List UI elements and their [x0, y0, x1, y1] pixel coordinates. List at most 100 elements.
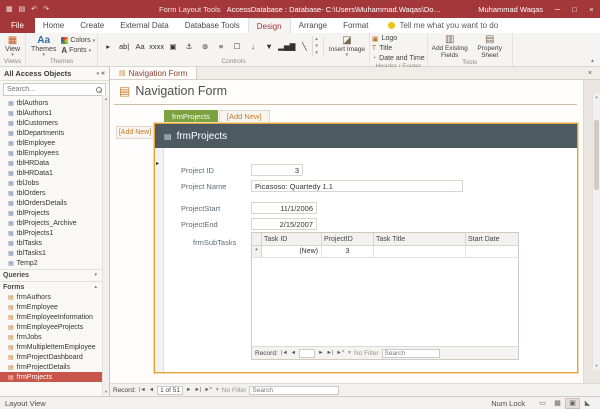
label-icon[interactable]: Aa — [132, 37, 148, 55]
undo-icon[interactable]: ↶ — [31, 5, 37, 13]
button-icon[interactable]: xxxx — [148, 37, 165, 55]
record-selector-bar[interactable]: ▸ — [155, 148, 164, 372]
subtasks-datasheet[interactable]: Task IDProjectIDTask TitleStart Date * (… — [251, 232, 519, 360]
vertical-add-new-button[interactable]: [Add New] — [116, 126, 154, 139]
first-record-icon[interactable]: |◄ — [139, 387, 146, 393]
nav-form-item[interactable]: ▤ frmProjectDetails — [0, 362, 102, 372]
tab-control-icon[interactable]: ▣ — [165, 37, 181, 55]
minimize-button[interactable]: ─ — [549, 0, 566, 18]
nav-table-item[interactable]: ▦ tblDepartments — [0, 128, 102, 138]
web-browser-control-icon[interactable]: ⊛ — [197, 37, 213, 55]
current-record-box[interactable]: 1 of 51 — [157, 386, 183, 395]
text-box-icon[interactable]: ab| — [116, 37, 132, 55]
first-record-icon[interactable]: |◄ — [281, 350, 288, 356]
colors-button[interactable]: Colors ▾ — [61, 37, 95, 44]
hyperlink-icon[interactable]: ⚓ — [181, 37, 197, 55]
nav-table-item[interactable]: ▦ tblOrders — [0, 188, 102, 198]
nav-table-item[interactable]: ▦ tblProjects_Archive — [0, 218, 102, 228]
insert-image-button[interactable]: ◪ Insert Image ▾ — [327, 35, 367, 57]
close-button[interactable]: × — [583, 0, 600, 18]
nav-table-item[interactable]: ▦ tblHRData — [0, 158, 102, 168]
scroll-down-icon[interactable]: ▾ — [595, 363, 597, 369]
new-row-marker-icon[interactable]: * — [252, 246, 262, 257]
redo-icon[interactable]: ↷ — [43, 5, 49, 13]
layout-view-button[interactable]: ▣ — [565, 398, 580, 409]
property-sheet-button[interactable]: ▤ Property Sheet — [470, 34, 510, 59]
ribbon-tab[interactable]: Database Tools — [177, 18, 248, 33]
navigation-pane-scrollbar[interactable]: ▴ ▾ — [102, 95, 109, 396]
ribbon-tab[interactable]: Arrange — [291, 18, 335, 33]
select-pointer-icon[interactable]: ▸ — [100, 37, 116, 55]
nav-table-item[interactable]: ▦ tblJobs — [0, 178, 102, 188]
fonts-button[interactable]: A Fonts ▾ — [61, 46, 95, 55]
new-record-icon[interactable]: ►* — [204, 387, 212, 393]
previous-record-icon[interactable]: ◄ — [291, 350, 296, 356]
nav-form-item[interactable]: ▤ frmAuthors — [0, 292, 102, 302]
navigation-search-input[interactable] — [7, 86, 94, 93]
view-button[interactable]: ▦ View ▾ — [2, 35, 23, 57]
frmProjects-subform[interactable]: ▤ frmProjects ▸ Project ID 3 Project Nam… — [154, 123, 578, 373]
nav-table-item[interactable]: ▦ tblHRData1 — [0, 168, 102, 178]
cell-task-id[interactable]: (New) — [262, 246, 322, 257]
nav-group-header[interactable]: Forms ▴ — [0, 281, 102, 292]
current-record-box[interactable] — [299, 349, 315, 358]
new-record-icon[interactable]: ►* — [336, 350, 344, 356]
ribbon-tab[interactable]: Format — [335, 18, 376, 33]
cell-start-date[interactable] — [466, 246, 518, 257]
record-search-input[interactable] — [249, 386, 339, 395]
filter-status[interactable]: ▼ No Filter — [215, 387, 247, 394]
datasheet-column-header[interactable]: ProjectID — [322, 233, 374, 245]
nav-form-item[interactable]: ▤ frmMultipleItemEmployee — [0, 342, 102, 352]
nav-form-item[interactable]: ▤ frmProjects — [0, 372, 102, 382]
account-user-name[interactable]: Muhammad Waqas — [478, 5, 543, 14]
datasheet-column-header[interactable]: Task Title — [374, 233, 466, 245]
ribbon-tab[interactable]: External Data — [112, 18, 176, 33]
nav-form-item[interactable]: ▤ frmProjectDashboard — [0, 352, 102, 362]
datasheet-select-all-corner[interactable] — [252, 233, 262, 245]
nav-table-item[interactable]: ▦ tblProjects1 — [0, 228, 102, 238]
option-group-icon[interactable]: ☐ — [229, 37, 245, 55]
nav-table-item[interactable]: ▦ tblOrdersDetails — [0, 198, 102, 208]
tell-me-box[interactable]: Tell me what you want to do — [388, 18, 498, 33]
nav-form-item[interactable]: ▤ frmEmployee — [0, 302, 102, 312]
gallery-down-icon[interactable]: ▾ — [315, 43, 318, 49]
shutter-close-icon[interactable]: « — [101, 70, 105, 77]
nav-form-item[interactable]: ▤ frmEmployeeProjects — [0, 322, 102, 332]
maximize-button[interactable]: □ — [566, 0, 583, 18]
nav-table-item[interactable]: ▦ tblAuthors — [0, 98, 102, 108]
document-tab-navigation-form[interactable]: ▤ Navigation Form — [110, 67, 197, 79]
logo-button[interactable]: ▣ Logo — [372, 34, 425, 43]
line-icon[interactable]: ╲ — [296, 37, 312, 55]
datasheet-view-button[interactable]: ▦ — [550, 398, 565, 409]
add-existing-fields-button[interactable]: ▥ Add Existing Fields — [430, 34, 470, 59]
cell-task-title[interactable] — [374, 246, 466, 257]
field-value-input[interactable]: Picasoso: Quartedy 1.1 — [251, 180, 463, 192]
cell-project-id[interactable]: 3 — [322, 246, 374, 257]
field-value-input[interactable]: 3 — [251, 164, 303, 176]
form-view-button[interactable]: ▭ — [535, 398, 550, 409]
gallery-up-icon[interactable]: ▴ — [315, 36, 318, 42]
record-search-input[interactable] — [382, 349, 440, 358]
scroll-down-icon[interactable]: ▾ — [105, 389, 107, 395]
nav-form-item[interactable]: ▤ frmEmployeeInformation — [0, 312, 102, 322]
page-break-icon[interactable]: ↓ — [245, 37, 261, 55]
document-scrollbar-thumb[interactable] — [594, 120, 599, 190]
last-record-icon[interactable]: ►| — [327, 350, 334, 356]
combo-box-icon[interactable]: ▼ — [261, 37, 277, 55]
nav-table-item[interactable]: ▦ tblAuthors1 — [0, 108, 102, 118]
chart-icon[interactable]: ▂▅▇ — [277, 37, 296, 55]
datasheet-column-header[interactable]: Start Date — [466, 233, 518, 245]
last-record-icon[interactable]: ►| — [194, 387, 201, 393]
nav-table-item[interactable]: ▦ Temp2 — [0, 258, 102, 268]
next-record-icon[interactable]: ► — [186, 387, 191, 393]
datasheet-new-row[interactable]: * (New) 3 — [252, 246, 518, 258]
scroll-up-icon[interactable]: ▴ — [105, 96, 107, 102]
ribbon-tab[interactable]: Home — [35, 18, 72, 33]
navigation-button-tab[interactable]: [Add New] — [219, 110, 270, 123]
nav-table-item[interactable]: ▦ tblEmployee — [0, 138, 102, 148]
ribbon-tab[interactable]: File — [0, 18, 35, 33]
field-value-input[interactable]: 11/1/2006 — [251, 202, 317, 214]
ribbon-tab[interactable]: Create — [72, 18, 112, 33]
chevron-down-icon[interactable]: ▾ — [97, 71, 100, 77]
nav-table-item[interactable]: ▦ tblEmployees — [0, 148, 102, 158]
